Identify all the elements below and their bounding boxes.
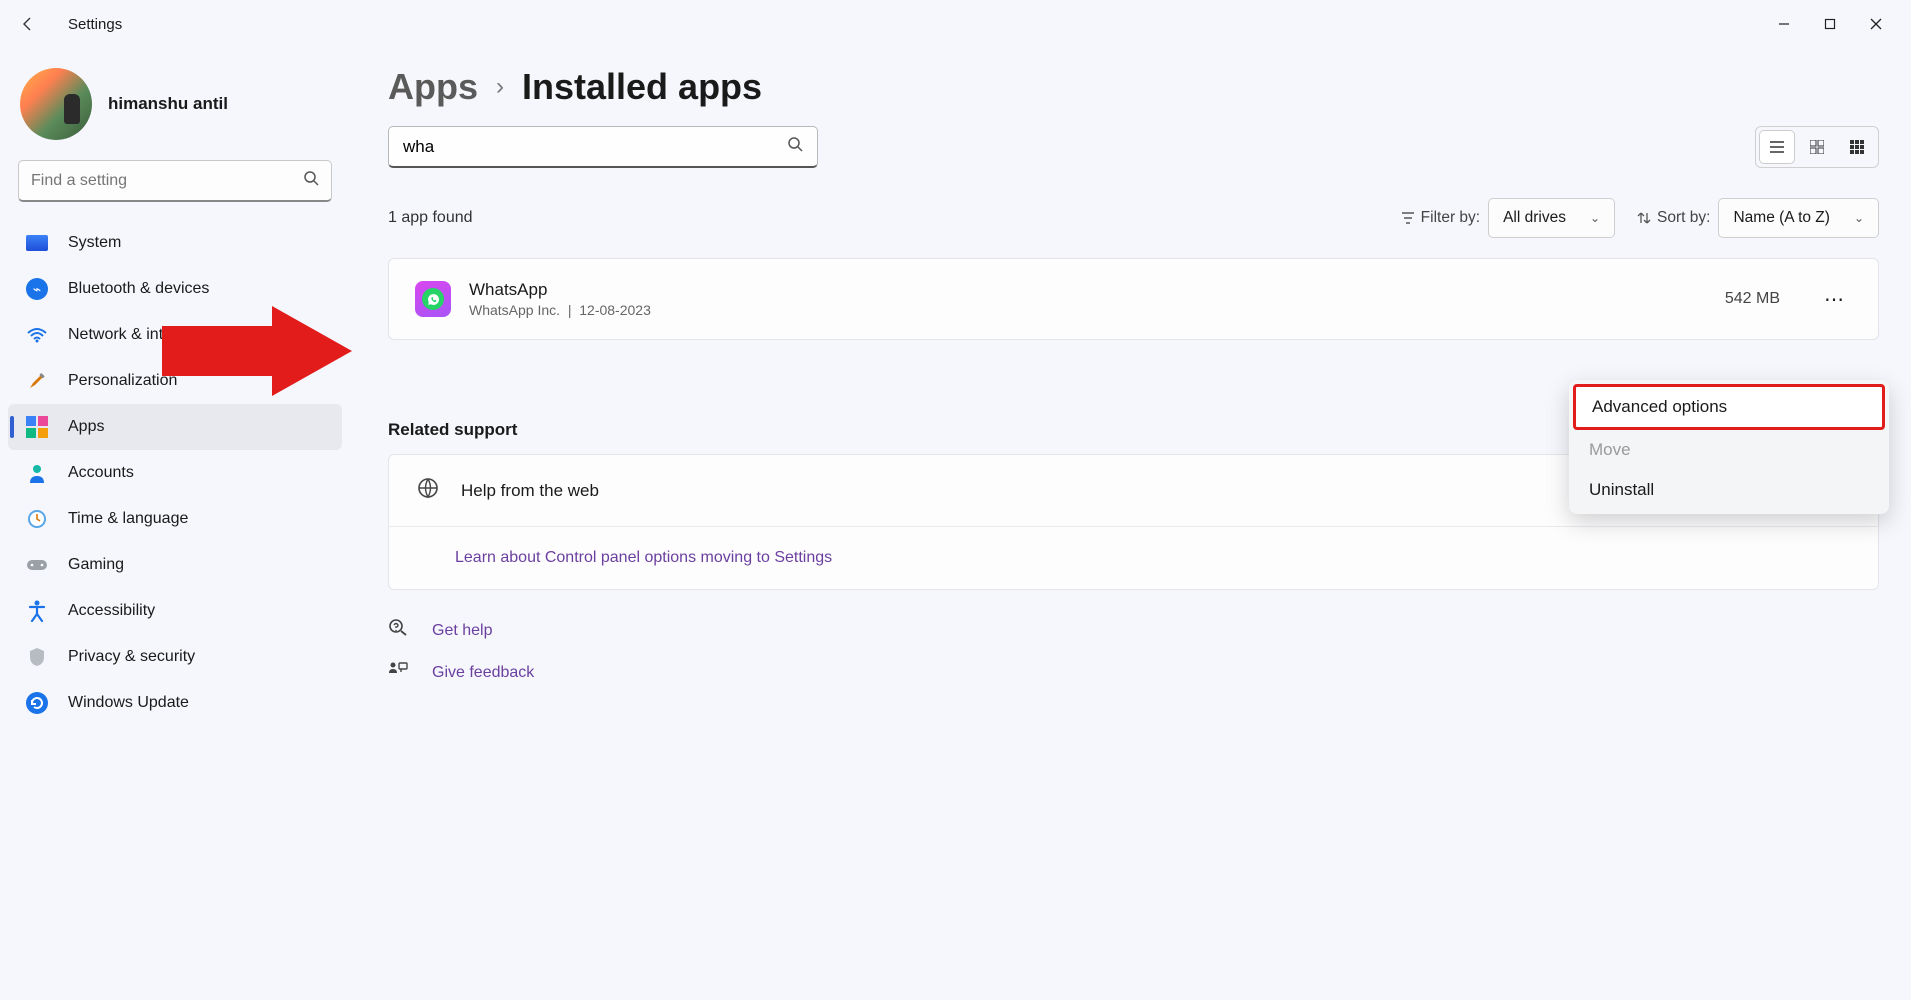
sidebar-item-label: Network & internet xyxy=(68,326,200,344)
whatsapp-icon xyxy=(422,288,444,310)
filter-label: Filter by: xyxy=(1401,209,1480,227)
app-search-box[interactable] xyxy=(388,126,818,168)
app-name: WhatsApp xyxy=(469,280,651,300)
sidebar-search-input[interactable] xyxy=(31,172,303,190)
globe-icon xyxy=(417,477,439,504)
app-search-input[interactable] xyxy=(403,137,787,157)
app-meta: WhatsApp Inc. | 12-08-2023 xyxy=(469,302,651,318)
give-feedback-link[interactable]: Give feedback xyxy=(432,664,534,682)
chevron-right-icon: › xyxy=(496,73,504,101)
view-grid-button[interactable] xyxy=(1800,131,1834,163)
filter-value: All drives xyxy=(1503,209,1566,227)
profile-name: himanshu antil xyxy=(108,94,228,114)
sidebar-item-label: Time & language xyxy=(68,510,188,528)
sidebar-item-accounts[interactable]: Accounts xyxy=(8,450,342,496)
sort-label: Sort by: xyxy=(1637,209,1710,227)
app-size: 542 MB xyxy=(1725,290,1780,308)
sidebar-item-label: System xyxy=(68,234,121,252)
accessibility-icon xyxy=(26,600,48,622)
wifi-icon xyxy=(26,324,48,346)
person-icon xyxy=(26,462,48,484)
help-link[interactable]: Learn about Control panel options moving… xyxy=(455,549,832,566)
sidebar-item-label: Accounts xyxy=(68,464,134,482)
more-options-button[interactable]: ⋯ xyxy=(1818,281,1852,318)
sidebar-item-label: Accessibility xyxy=(68,602,155,620)
bluetooth-icon: ⌁ xyxy=(26,278,48,300)
sidebar-item-privacy[interactable]: Privacy & security xyxy=(8,634,342,680)
sidebar-item-personalization[interactable]: Personalization xyxy=(8,358,342,404)
app-row[interactable]: WhatsApp WhatsApp Inc. | 12-08-2023 542 … xyxy=(388,258,1879,340)
chevron-down-icon: ⌄ xyxy=(1590,211,1600,225)
brush-icon xyxy=(26,370,48,392)
sidebar-item-system[interactable]: System xyxy=(8,220,342,266)
display-icon xyxy=(26,232,48,254)
sidebar-item-label: Bluetooth & devices xyxy=(68,280,209,298)
apps-icon xyxy=(26,416,48,438)
page-title: Installed apps xyxy=(522,66,762,108)
sidebar-item-label: Gaming xyxy=(68,556,124,574)
sidebar-item-network[interactable]: Network & internet xyxy=(8,312,342,358)
filter-dropdown[interactable]: All drives ⌄ xyxy=(1488,198,1615,238)
sidebar-item-time[interactable]: Time & language xyxy=(8,496,342,542)
sort-dropdown[interactable]: Name (A to Z) ⌄ xyxy=(1718,198,1879,238)
profile-block[interactable]: himanshu antil xyxy=(8,60,342,160)
update-icon xyxy=(26,692,48,714)
gamepad-icon xyxy=(26,554,48,576)
search-icon xyxy=(303,170,319,191)
menu-advanced-options[interactable]: Advanced options xyxy=(1573,384,1885,430)
get-help-link[interactable]: Get help xyxy=(432,622,492,640)
filter-icon xyxy=(1401,212,1415,224)
app-title: Settings xyxy=(68,16,122,33)
view-list-button[interactable] xyxy=(1760,131,1794,163)
results-count: 1 app found xyxy=(388,209,473,227)
sidebar-item-label: Apps xyxy=(68,418,104,436)
view-tiles-button[interactable] xyxy=(1840,131,1874,163)
sidebar-search[interactable] xyxy=(18,160,332,202)
sidebar-item-accessibility[interactable]: Accessibility xyxy=(8,588,342,634)
back-button[interactable] xyxy=(12,8,44,40)
sidebar-item-label: Personalization xyxy=(68,372,177,390)
sidebar-item-label: Windows Update xyxy=(68,694,189,712)
view-toggle-group xyxy=(1755,126,1879,168)
help-icon xyxy=(388,618,410,643)
feedback-icon xyxy=(388,661,410,684)
breadcrumb-root[interactable]: Apps xyxy=(388,66,478,108)
maximize-button[interactable] xyxy=(1807,6,1853,42)
minimize-button[interactable] xyxy=(1761,6,1807,42)
avatar xyxy=(20,68,92,140)
clock-icon xyxy=(26,508,48,530)
search-icon xyxy=(787,136,803,157)
chevron-down-icon: ⌄ xyxy=(1854,211,1864,225)
shield-icon xyxy=(26,646,48,668)
help-title: Help from the web xyxy=(461,481,599,501)
menu-uninstall[interactable]: Uninstall xyxy=(1573,470,1885,510)
sidebar-item-bluetooth[interactable]: ⌁ Bluetooth & devices xyxy=(8,266,342,312)
sidebar-item-update[interactable]: Windows Update xyxy=(8,680,342,726)
sidebar-item-label: Privacy & security xyxy=(68,648,195,666)
sort-icon xyxy=(1637,211,1651,225)
menu-move: Move xyxy=(1573,430,1885,470)
app-icon xyxy=(415,281,451,317)
app-context-menu: Advanced options Move Uninstall xyxy=(1569,380,1889,514)
breadcrumb: Apps › Installed apps xyxy=(388,66,1879,108)
close-button[interactable] xyxy=(1853,6,1899,42)
sidebar-item-gaming[interactable]: Gaming xyxy=(8,542,342,588)
sort-value: Name (A to Z) xyxy=(1733,209,1829,227)
sidebar: himanshu antil System ⌁ Bluetooth & devi… xyxy=(0,48,350,1000)
sidebar-item-apps[interactable]: Apps xyxy=(8,404,342,450)
